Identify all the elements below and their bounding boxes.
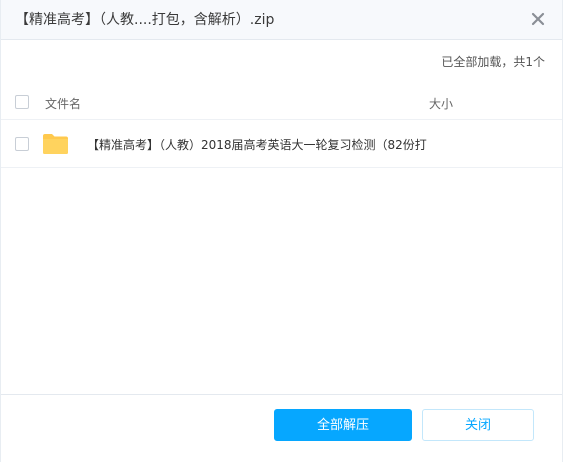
dialog-title: 【精准高考】（人教....打包，含解析）.zip xyxy=(15,12,275,28)
load-status: 已全部加载，共1个 xyxy=(441,55,545,69)
close-icon[interactable] xyxy=(530,11,546,27)
file-name: 【精准高考】（人教）2018届高考英语大一轮复习检测（82份打 xyxy=(87,138,427,152)
extract-all-button[interactable]: 全部解压 xyxy=(274,409,412,441)
row-checkbox[interactable] xyxy=(15,137,29,151)
table-row[interactable]: 【精准高考】（人教）2018届高考英语大一轮复习检测（82份打 xyxy=(1,120,562,168)
close-button[interactable]: 关闭 xyxy=(422,409,534,441)
file-table-header: 文件名 大小 xyxy=(1,84,562,120)
extract-dialog: 【精准高考】（人教....打包，含解析）.zip 已全部加载，共1个 文件名 大… xyxy=(0,0,563,462)
column-header-name: 文件名 xyxy=(45,97,82,111)
column-header-size: 大小 xyxy=(429,97,454,111)
folder-icon xyxy=(43,134,68,154)
dialog-titlebar: 【精准高考】（人教....打包，含解析）.zip xyxy=(1,0,562,40)
select-all-checkbox[interactable] xyxy=(15,95,29,109)
dialog-footer: 全部解压 关闭 xyxy=(1,394,562,462)
